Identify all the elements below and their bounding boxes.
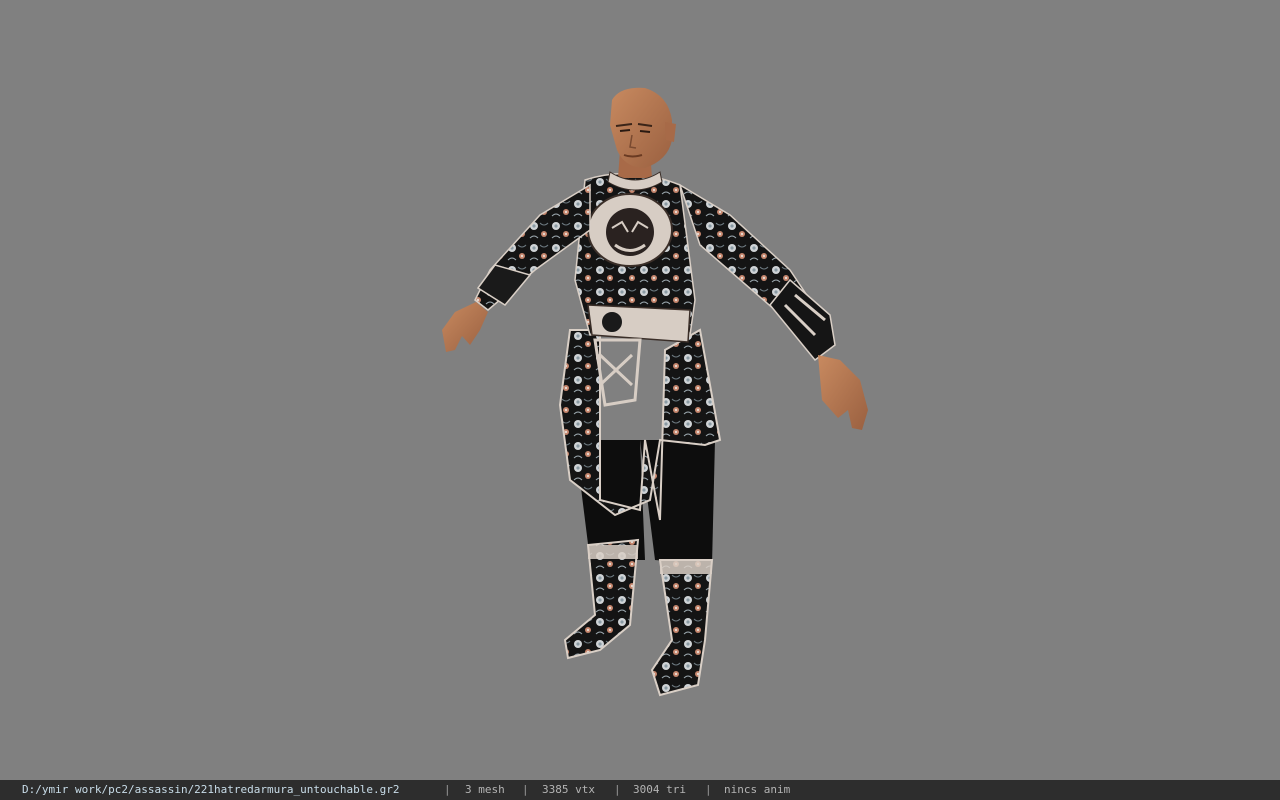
status-bar: D:/ymir work/pc2/assassin/221hatredarmur… xyxy=(0,780,1280,800)
status-separator: | xyxy=(614,783,621,796)
character-model[interactable] xyxy=(0,0,1280,780)
status-separator: | xyxy=(522,783,529,796)
character-left-arm xyxy=(442,183,591,352)
character-boots xyxy=(563,538,714,697)
triangle-count: 3004 tri xyxy=(633,783,686,796)
status-separator: | xyxy=(444,783,451,796)
status-separator: | xyxy=(705,783,712,796)
vertex-count: 3385 vtx xyxy=(542,783,595,796)
animation-status: nincs anim xyxy=(724,783,791,796)
file-path: D:/ymir work/pc2/assassin/221hatredarmur… xyxy=(22,783,400,796)
mesh-count: 3 mesh xyxy=(465,783,505,796)
3d-viewport[interactable] xyxy=(0,0,1280,780)
